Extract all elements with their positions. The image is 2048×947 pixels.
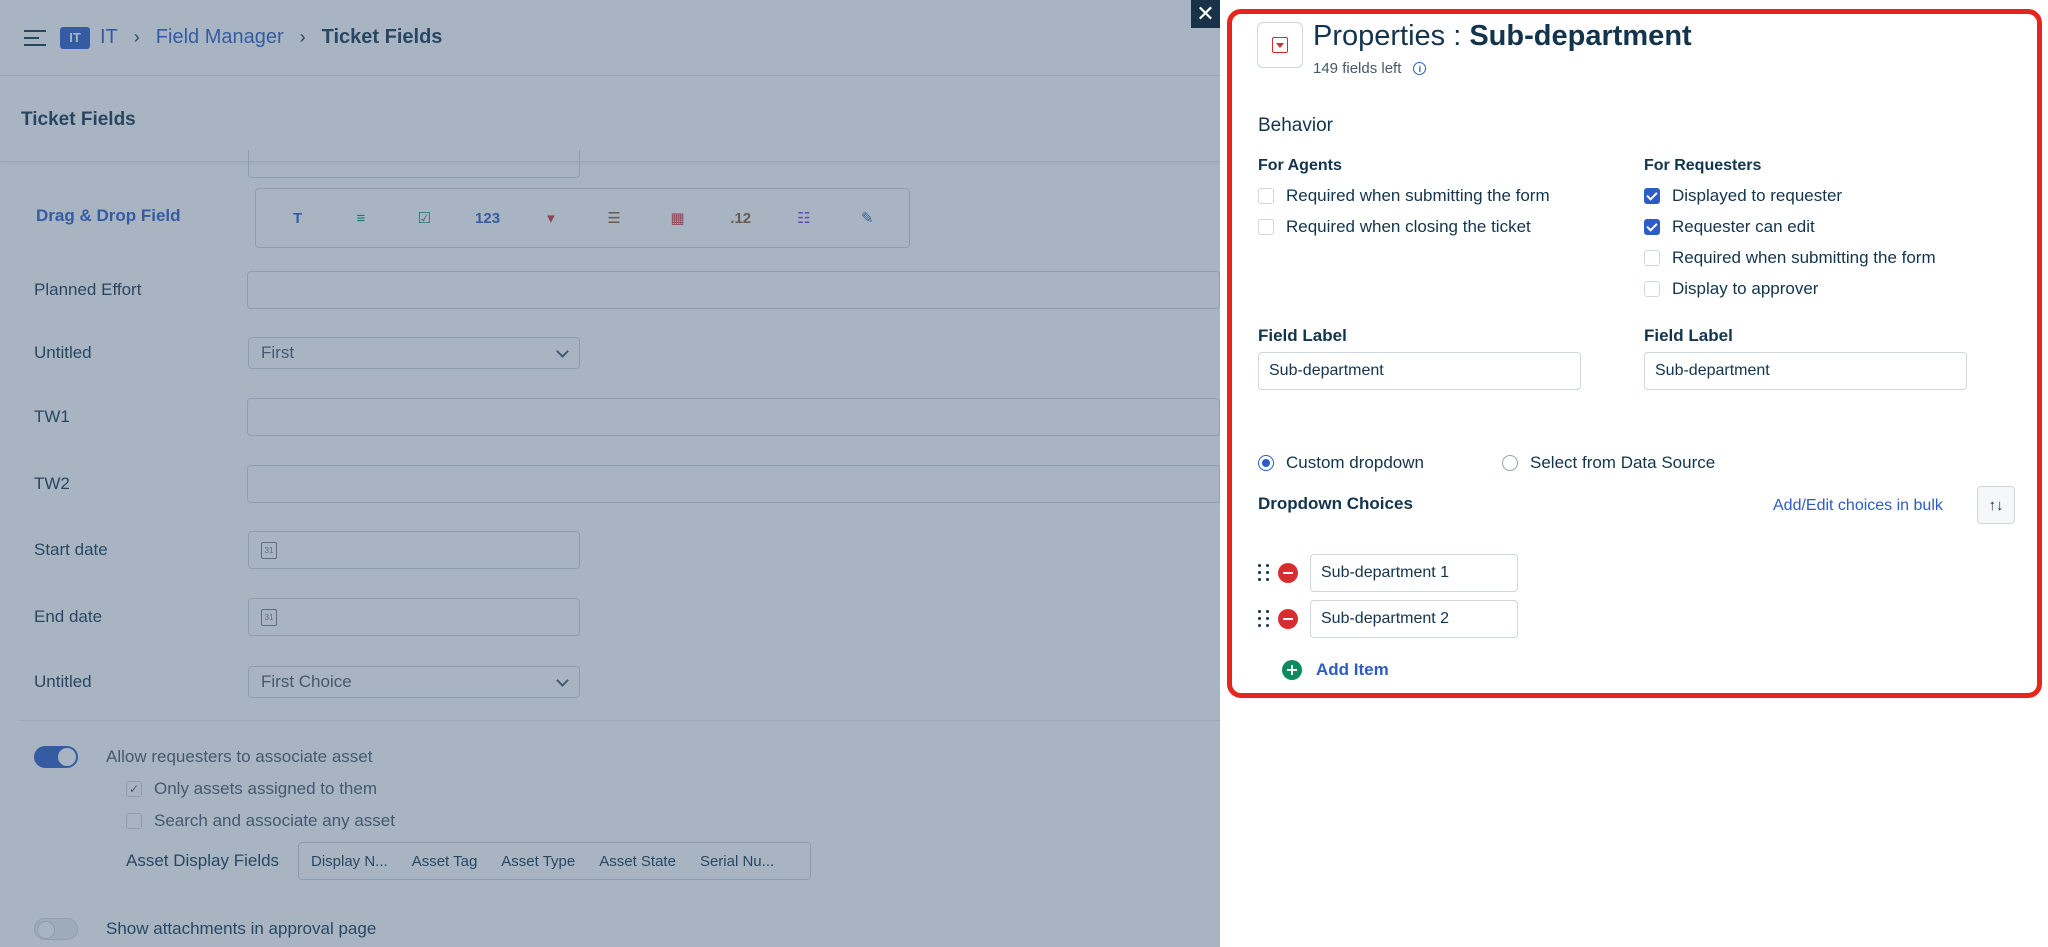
custom-dropdown-radio[interactable] <box>1258 455 1274 471</box>
agent-field-label-heading: Field Label <box>1258 326 1347 345</box>
checkbox-label: Required when submitting the form <box>1286 186 1550 205</box>
panel-title-prefix: Properties : <box>1313 20 1470 52</box>
for-agents-option[interactable]: Required when submitting the form <box>1258 186 1550 206</box>
add-item-button[interactable]: Add Item <box>1282 660 1389 680</box>
add-item-label: Add Item <box>1316 660 1389 679</box>
close-panel-button[interactable]: ✕ <box>1191 0 1220 28</box>
data-source-radio[interactable] <box>1502 455 1518 471</box>
data-source-option[interactable]: Select from Data Source <box>1502 453 1715 473</box>
checkbox-label: Displayed to requester <box>1672 186 1843 205</box>
custom-dropdown-option[interactable]: Custom dropdown <box>1258 453 1424 473</box>
custom-dropdown-label: Custom dropdown <box>1286 453 1424 472</box>
choice-input[interactable] <box>1310 554 1518 592</box>
remove-choice-icon[interactable] <box>1278 609 1298 629</box>
checkbox-label: Required when submitting the form <box>1672 248 1936 267</box>
data-source-label: Select from Data Source <box>1530 453 1716 472</box>
panel-field-name: Sub-department <box>1469 20 1692 52</box>
checkbox-label: Required when closing the ticket <box>1286 217 1531 236</box>
for-requesters-checkbox[interactable] <box>1644 188 1660 204</box>
sort-choices-button[interactable]: ↑↓ <box>1977 486 2015 524</box>
for-requesters-option[interactable]: Requester can edit <box>1644 217 1815 237</box>
requester-field-label-input[interactable] <box>1644 352 1967 390</box>
requester-field-label-heading: Field Label <box>1644 326 1733 345</box>
for-requesters-checkbox[interactable] <box>1644 250 1660 266</box>
panel-title: Properties : Sub-department <box>1313 20 1692 53</box>
fields-left-count: 149 fields left <box>1313 60 1402 77</box>
drag-handle-icon[interactable] <box>1258 564 1270 582</box>
field-type-badge <box>1257 22 1303 68</box>
agent-field-label-input[interactable] <box>1258 352 1581 390</box>
info-icon[interactable]: i <box>1413 62 1427 75</box>
bulk-edit-link[interactable]: Add/Edit choices in bulk <box>1773 497 1943 515</box>
for-requesters-option[interactable]: Display to approver <box>1644 279 1818 299</box>
remove-choice-icon[interactable] <box>1278 563 1298 583</box>
plus-circle-icon <box>1282 660 1302 680</box>
for-agents-heading: For Agents <box>1258 157 1342 174</box>
for-requesters-option[interactable]: Displayed to requester <box>1644 186 1842 206</box>
dropdown-choices-heading: Dropdown Choices <box>1258 494 1413 513</box>
for-agents-checkbox[interactable] <box>1258 188 1274 204</box>
for-agents-option[interactable]: Required when closing the ticket <box>1258 217 1531 237</box>
for-agents-checkbox[interactable] <box>1258 219 1274 235</box>
dropdown-choice-row <box>1258 554 1518 592</box>
choice-input[interactable] <box>1310 600 1518 638</box>
checkbox-label: Display to approver <box>1672 279 1819 298</box>
for-requesters-option[interactable]: Required when submitting the form <box>1644 248 1936 268</box>
for-requesters-checkbox[interactable] <box>1644 219 1660 235</box>
checkbox-label: Requester can edit <box>1672 217 1815 236</box>
fields-left: 149 fields left i <box>1313 60 1427 77</box>
dropdown-choice-row <box>1258 600 1518 638</box>
drag-handle-icon[interactable] <box>1258 610 1270 628</box>
modal-backdrop[interactable] <box>0 0 1220 947</box>
for-requesters-checkbox[interactable] <box>1644 281 1660 297</box>
dropdown-field-icon <box>1272 37 1288 53</box>
behavior-heading: Behavior <box>1258 115 1333 136</box>
for-requesters-heading: For Requesters <box>1644 157 1762 174</box>
